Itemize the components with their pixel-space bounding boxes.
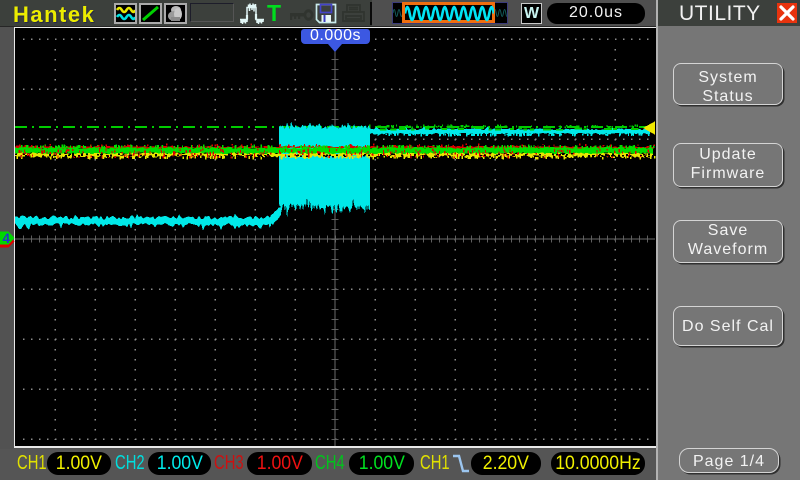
- svg-text:4: 4: [3, 231, 11, 246]
